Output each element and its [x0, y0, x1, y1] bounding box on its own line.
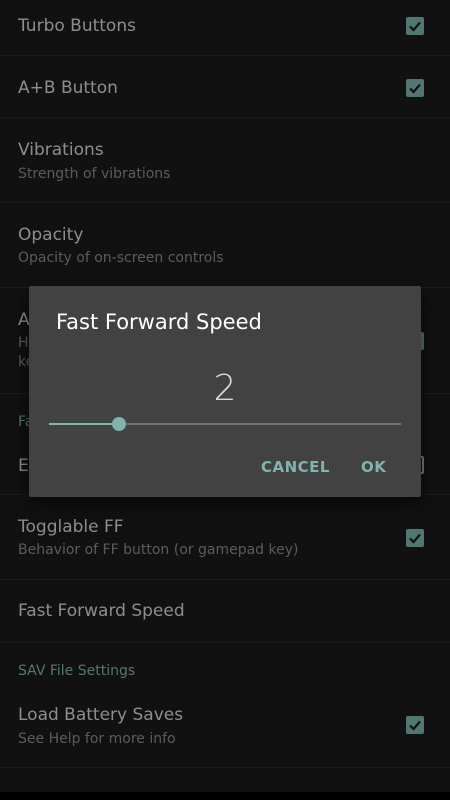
settings-screen: Turbo Buttons A+B Button Vibrations Stre…	[0, 0, 450, 800]
ok-button[interactable]: OK	[361, 458, 386, 476]
slider-fill	[49, 423, 119, 425]
cancel-button[interactable]: CANCEL	[261, 458, 330, 476]
ff-speed-dialog: Fast Forward Speed 2 CANCEL OK	[29, 286, 421, 497]
dialog-value: 2	[213, 368, 237, 409]
dialog-title: Fast Forward Speed	[56, 310, 262, 334]
speed-slider[interactable]	[49, 417, 401, 431]
slider-thumb[interactable]	[112, 417, 126, 431]
